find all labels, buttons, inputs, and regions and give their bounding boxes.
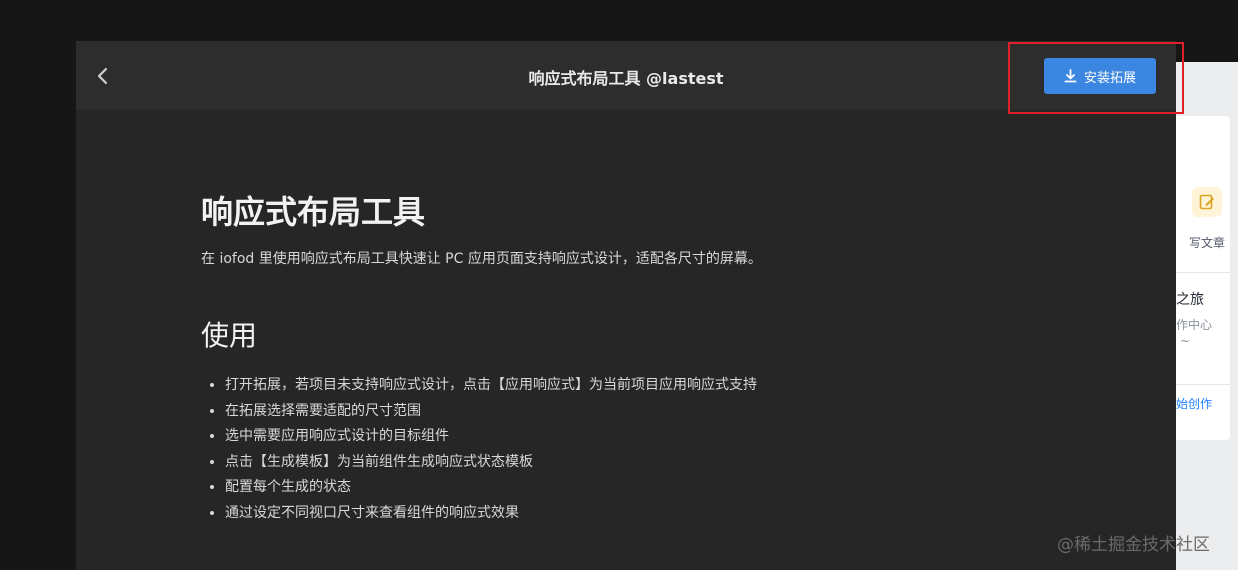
edit-pen-icon[interactable] (1192, 187, 1222, 217)
creator-center-text: 作中心 (1176, 318, 1213, 332)
extension-heading: 响应式布局工具 (201, 193, 426, 231)
usage-heading: 使用 (201, 319, 258, 352)
usage-step: 选中需要应用响应式设计的目标组件 (225, 424, 1101, 450)
usage-steps-list: 打开拓展，若项目未支持响应式设计，点击【应用响应式】为当前项目应用响应式支持 在… (201, 373, 1101, 526)
usage-step: 通过设定不同视口尺寸来查看组件的响应式效果 (225, 501, 1101, 527)
write-article-link[interactable]: 写文章 (1189, 234, 1225, 251)
install-button-highlight (1008, 42, 1184, 114)
extension-summary: 在 iofod 里使用响应式布局工具快速让 PC 应用页面支持响应式设计，适配各… (201, 251, 762, 267)
creator-journey-text: 之旅 (1176, 292, 1204, 308)
usage-step: 点击【生成模板】为当前组件生成响应式状态模板 (225, 450, 1101, 476)
extension-detail-modal: 响应式布局工具 @lastest 安装拓展 响应式布局工具 在 iofod 里使… (76, 41, 1176, 570)
creator-dash-text: ~ (1180, 334, 1191, 348)
site-watermark: @稀土掘金技术社区 (1057, 535, 1210, 555)
background-separator (1176, 384, 1230, 385)
usage-step: 打开拓展，若项目未支持响应式设计，点击【应用响应式】为当前项目应用响应式支持 (225, 373, 1101, 399)
usage-step: 配置每个生成的状态 (225, 475, 1101, 501)
usage-step: 在拓展选择需要适配的尺寸范围 (225, 399, 1101, 425)
extension-description: 响应式布局工具 在 iofod 里使用响应式布局工具快速让 PC 应用页面支持响… (201, 196, 1101, 526)
start-creating-link[interactable]: 始创作 (1176, 395, 1212, 412)
